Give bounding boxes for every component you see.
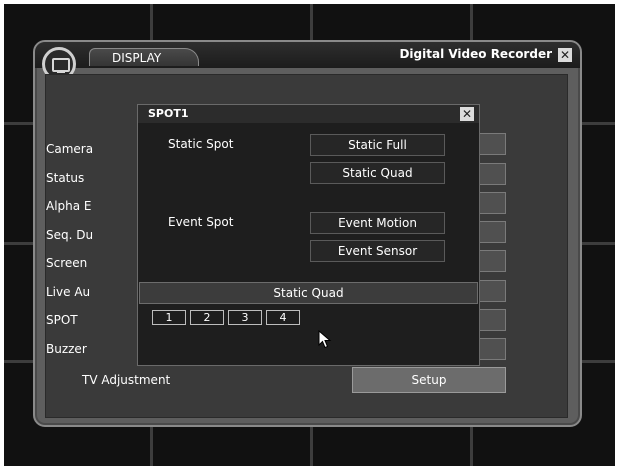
menu-label-buzzer: Buzzer xyxy=(46,342,87,356)
display-tab[interactable]: DISPLAY xyxy=(89,48,199,66)
display-tab-label: DISPLAY xyxy=(112,51,162,65)
spot-dialog: SPOT1 ✕ Static Spot Event Spot Static Fu… xyxy=(137,104,480,366)
channel-1-button[interactable]: 1 xyxy=(152,310,186,325)
menu-label-sequence: Seq. Du xyxy=(46,228,94,242)
static-spot-label: Static Spot xyxy=(168,137,234,151)
mouse-pointer-icon xyxy=(318,330,332,349)
current-spot-mode: Static Quad xyxy=(139,282,478,304)
window-title: Digital Video Recorder xyxy=(399,47,552,61)
menu-label-live-audio: Live Au xyxy=(46,285,91,299)
title-bar: DISPLAY Digital Video Recorder ✕ xyxy=(35,42,580,68)
menu-label-tv-adjustment: TV Adjustment xyxy=(82,373,171,387)
channel-3-button[interactable]: 3 xyxy=(228,310,262,325)
menu-label-screen: Screen xyxy=(46,256,88,270)
event-motion-button[interactable]: Event Motion xyxy=(310,212,445,234)
close-icon[interactable]: ✕ xyxy=(460,107,474,121)
channel-4-button[interactable]: 4 xyxy=(266,310,300,325)
menu-label-camera: Camera xyxy=(46,142,94,156)
close-icon[interactable]: ✕ xyxy=(558,48,572,62)
event-spot-label: Event Spot xyxy=(168,215,234,229)
menu-label-status: Status xyxy=(46,171,85,185)
static-full-button[interactable]: Static Full xyxy=(310,134,445,156)
spot-dialog-title: SPOT1 xyxy=(148,107,189,120)
channel-2-button[interactable]: 2 xyxy=(190,310,224,325)
spot-title-bar: SPOT1 ✕ xyxy=(138,105,479,123)
event-sensor-button[interactable]: Event Sensor xyxy=(310,240,445,262)
menu-label-spot: SPOT xyxy=(46,313,78,327)
static-quad-button[interactable]: Static Quad xyxy=(310,162,445,184)
setup-button[interactable]: Setup xyxy=(352,367,506,393)
menu-label-alpha: Alpha E xyxy=(46,199,92,213)
